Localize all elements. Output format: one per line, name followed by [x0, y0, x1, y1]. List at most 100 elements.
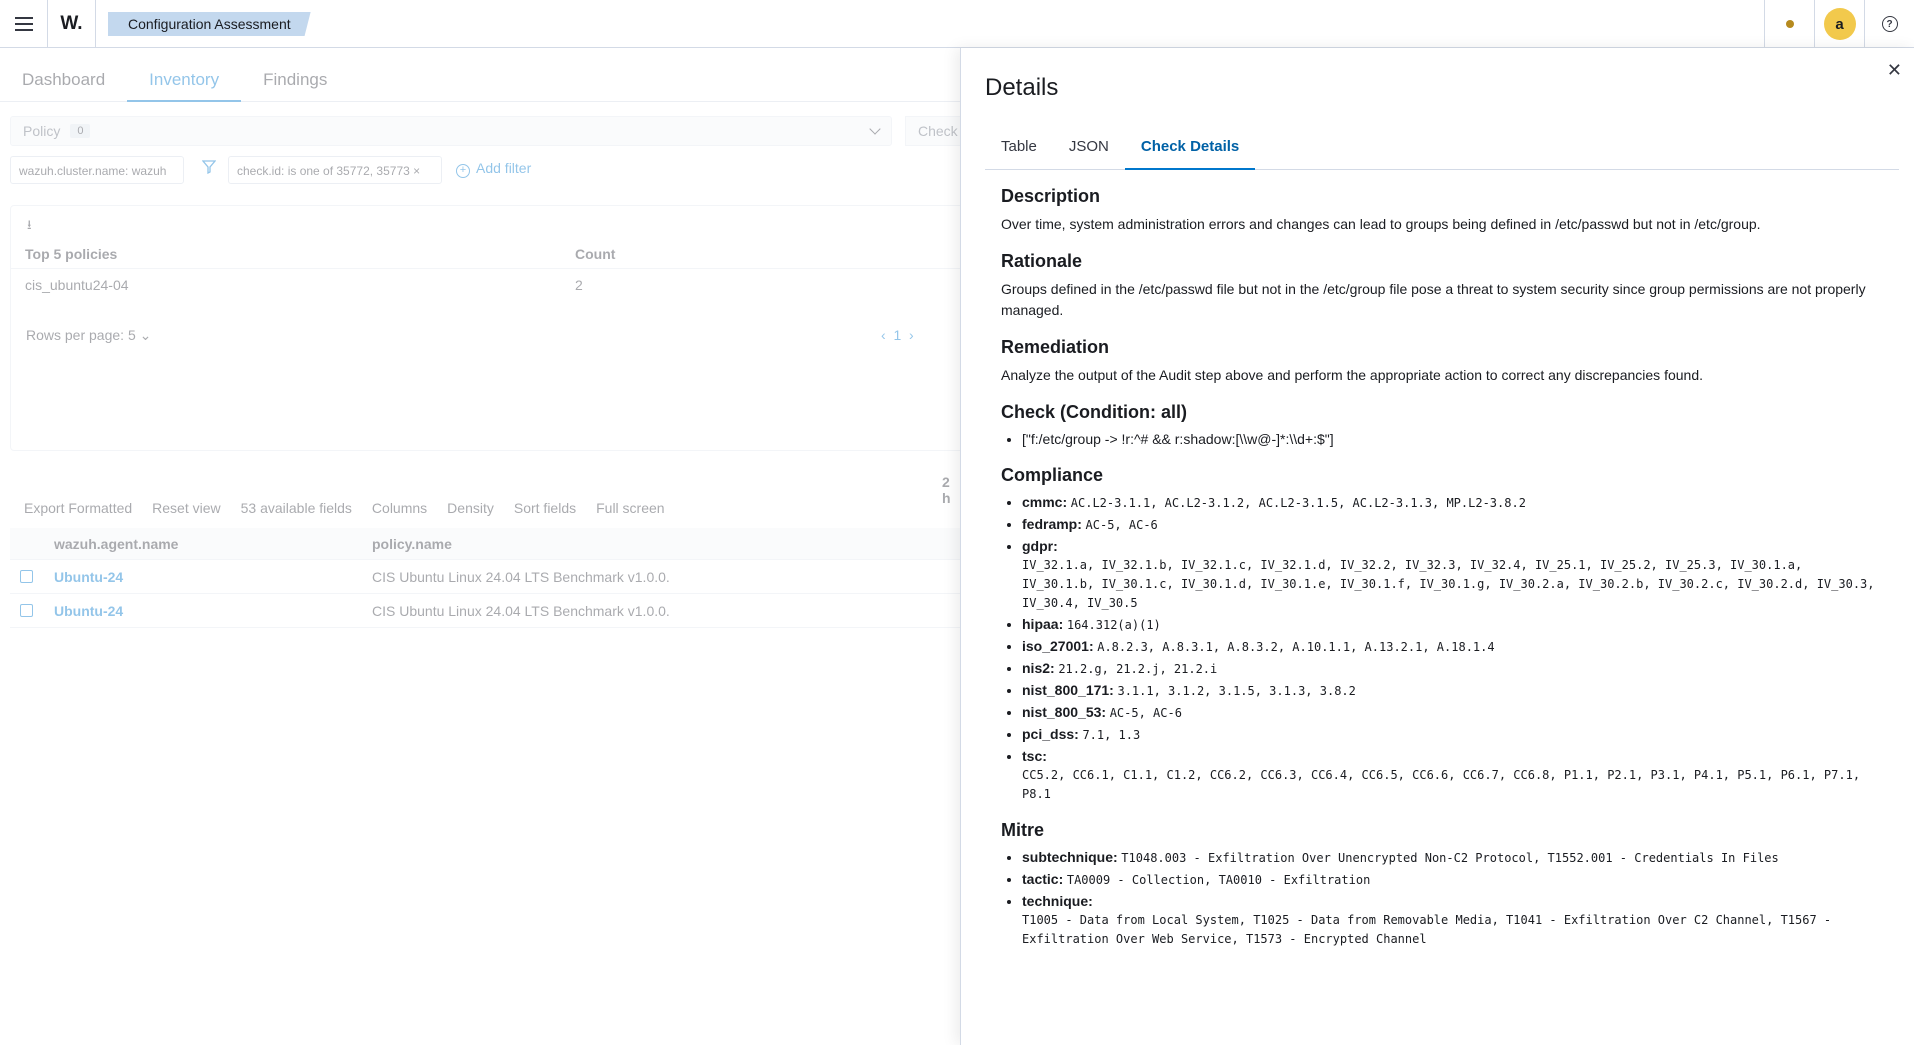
column-header-policy-name[interactable]: policy.name	[372, 536, 452, 552]
agent-name-link[interactable]: Ubuntu-24	[54, 569, 123, 585]
compliance-value: IV_32.1.a, IV_32.1.b, IV_32.1.c, IV_32.1…	[1022, 558, 1875, 610]
compliance-item-nis2: nis2: 21.2.g, 21.2.j, 21.2.i	[1022, 659, 1881, 679]
tab-findings[interactable]: Findings	[241, 48, 349, 102]
tab-json[interactable]: JSON	[1053, 128, 1125, 170]
filter-pill-check[interactable]: check.id: is one of 35772, 35773 ×	[228, 156, 442, 184]
mitre-item-tactic: tactic: TA0009 - Collection, TA0010 - Ex…	[1022, 870, 1881, 890]
help-icon: ?	[1881, 16, 1898, 32]
add-filter-label: Add filter	[476, 160, 532, 176]
top-header: W. Configuration Assessment a ?	[0, 0, 1914, 48]
rationale-heading: Rationale	[1001, 251, 1083, 271]
notification-button[interactable]	[1764, 0, 1814, 48]
compliance-value: 164.312(a)(1)	[1066, 618, 1161, 632]
policy-name-cell: CIS Ubuntu Linux 24.04 LTS Benchmark v1.…	[372, 603, 670, 619]
table-row: Ubuntu-24 CIS Ubuntu Linux 24.04 LTS Ben…	[10, 594, 960, 628]
tab-inventory[interactable]: Inventory	[127, 48, 242, 102]
available-fields-button[interactable]: 53 available fields	[241, 500, 352, 516]
description-heading: Description	[1001, 186, 1101, 206]
sort-fields-button[interactable]: Sort fields	[514, 500, 576, 516]
user-menu-button[interactable]: a	[1814, 0, 1864, 48]
hits-count: 2 h	[942, 474, 951, 506]
compliance-key: nist_800_53:	[1022, 704, 1107, 720]
tab-table[interactable]: Table	[985, 128, 1053, 170]
tab-check-details[interactable]: Check Details	[1124, 128, 1256, 170]
download-icon[interactable]: ⭳	[27, 216, 32, 238]
column-header-agent-name[interactable]: wazuh.agent.name	[54, 536, 178, 552]
mitre-value: T1048.003 - Exfiltration Over Unencrypte…	[1121, 851, 1779, 865]
compliance-key: pci_dss:	[1022, 726, 1079, 742]
check-list: ["f:/etc/group -> !r:^# && r:shadow:[\\w…	[1022, 430, 1881, 449]
compliance-item-tsc: tsc: CC5.2, CC6.1, C1.1, C1.2, CC6.2, CC6…	[1022, 747, 1881, 804]
mitre-key: subtechnique:	[1022, 849, 1118, 865]
column-header-policies[interactable]: Top 5 policies	[25, 246, 117, 262]
compliance-list: cmmc: AC.L2-3.1.1, AC.L2-3.1.2, AC.L2-3.…	[1022, 493, 1881, 804]
table-cell-count: 2	[575, 277, 583, 293]
add-filter-button[interactable]: + Add filter	[456, 160, 531, 178]
remove-filter-icon[interactable]: ×	[413, 164, 420, 178]
density-button[interactable]: Density	[447, 500, 494, 516]
mitre-value: TA0009 - Collection, TA0010 - Exfiltrati…	[1066, 873, 1371, 887]
export-formatted-button[interactable]: Export Formatted	[24, 500, 132, 516]
compliance-key: nist_800_171:	[1022, 682, 1114, 698]
page-number[interactable]: 1	[893, 327, 901, 343]
compliance-key: fedramp:	[1022, 516, 1082, 532]
chevron-down-icon	[869, 123, 881, 135]
compliance-key: iso_27001:	[1022, 638, 1094, 654]
policy-count-badge: 0	[70, 124, 91, 138]
breadcrumb[interactable]: Configuration Assessment	[108, 12, 311, 36]
plus-icon: +	[456, 164, 470, 178]
compliance-value: AC-5, AC-6	[1109, 706, 1182, 720]
description-text: Over time, system administration errors …	[1001, 216, 1761, 232]
table-cell-policy: cis_ubuntu24-04	[25, 277, 129, 293]
check-heading: Check (Condition: all)	[1001, 402, 1187, 422]
notification-dot-icon	[1785, 20, 1794, 28]
compliance-value: 21.2.g, 21.2.j, 21.2.i	[1058, 662, 1218, 676]
divider	[11, 268, 960, 269]
details-flyout: ✕ Details Table JSON Check Details Descr…	[960, 48, 1914, 1045]
policy-label: Policy	[23, 123, 61, 139]
compliance-value: AC-5, AC-6	[1085, 518, 1158, 532]
flyout-tabs: Table JSON Check Details	[985, 128, 1899, 170]
filter-pill-cluster[interactable]: wazuh.cluster.name: wazuh	[10, 156, 184, 184]
top-policies-panel: ⭳ Top 5 policies Count cis_ubuntu24-04 2…	[10, 205, 960, 451]
hamburger-icon	[14, 16, 33, 31]
rows-per-page-label: Rows per page: 5	[26, 327, 136, 343]
reset-view-button[interactable]: Reset view	[152, 500, 220, 516]
compliance-value: 7.1, 1.3	[1082, 728, 1141, 742]
check-details-content: Description Over time, system administra…	[1001, 186, 1881, 951]
page-tabs: Dashboard Inventory Findings	[0, 48, 960, 102]
compliance-item-nist-800-53: nist_800_53: AC-5, AC-6	[1022, 703, 1881, 723]
compliance-key: gdpr:	[1022, 538, 1058, 554]
avatar: a	[1823, 8, 1856, 40]
app-logo[interactable]: W.	[48, 0, 96, 48]
table-row: Ubuntu-24 CIS Ubuntu Linux 24.04 LTS Ben…	[10, 560, 960, 594]
policy-select[interactable]: Policy 0	[10, 116, 892, 146]
column-header-count[interactable]: Count	[575, 246, 615, 262]
filter-icon[interactable]	[202, 160, 216, 174]
filter-pill-check-label: check.id: is one of 35772, 35773	[237, 164, 410, 178]
help-button[interactable]: ?	[1864, 0, 1914, 48]
tab-dashboard[interactable]: Dashboard	[0, 48, 127, 102]
agent-name-link[interactable]: Ubuntu-24	[54, 603, 123, 619]
inspect-icon[interactable]	[20, 604, 33, 617]
grid-toolbar: Export Formatted Reset view 53 available…	[24, 500, 665, 516]
remediation-text: Analyze the output of the Audit step abo…	[1001, 367, 1703, 383]
mitre-heading: Mitre	[1001, 820, 1045, 840]
mitre-key: tactic:	[1022, 871, 1064, 887]
pagination[interactable]: ‹ 1 ›	[881, 327, 914, 343]
mitre-item-technique: technique: T1005 - Data from Local System…	[1022, 892, 1881, 949]
close-icon[interactable]: ✕	[1887, 60, 1902, 81]
full-screen-button[interactable]: Full screen	[596, 500, 664, 516]
columns-button[interactable]: Columns	[372, 500, 427, 516]
compliance-heading: Compliance	[1001, 465, 1104, 485]
check-select[interactable]: Check	[905, 116, 960, 146]
rows-per-page-select[interactable]: Rows per page: 5 ⌄	[26, 327, 151, 344]
menu-button[interactable]	[0, 0, 48, 48]
compliance-item-fedramp: fedramp: AC-5, AC-6	[1022, 515, 1881, 535]
compliance-key: hipaa:	[1022, 616, 1064, 632]
compliance-value: 3.1.1, 3.1.2, 3.1.5, 3.1.3, 3.8.2	[1117, 684, 1356, 698]
compliance-item-pci-dss: pci_dss: 7.1, 1.3	[1022, 725, 1881, 745]
background-page: Dashboard Inventory Findings Policy 0 Ch…	[0, 48, 960, 1045]
inspect-icon[interactable]	[20, 570, 33, 583]
compliance-item-cmmc: cmmc: AC.L2-3.1.1, AC.L2-3.1.2, AC.L2-3.…	[1022, 493, 1881, 513]
